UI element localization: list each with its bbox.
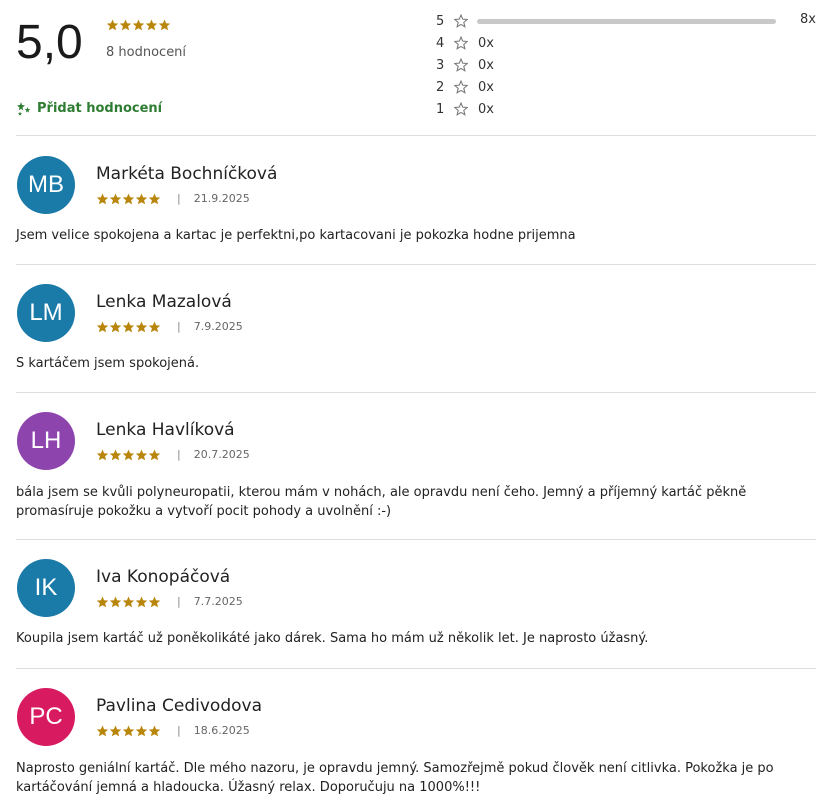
filled-star-icon <box>122 725 135 736</box>
filled-star-icon <box>96 193 109 204</box>
filled-star-icon <box>119 19 132 31</box>
distribution-star-level: 2 <box>436 79 445 95</box>
outline-star-icon <box>454 36 468 50</box>
review-date: 7.9.2025 <box>193 320 243 333</box>
sparkle-stars-icon <box>17 102 31 116</box>
review-item: IK Iva Konopáčová | 7.7.2025 Koupila jsem ka… <box>0 539 828 668</box>
outline-star-icon <box>454 80 468 94</box>
review-item: LM Lenka Mazalová | 7.9.2025 S kartáčem jsem… <box>0 264 828 392</box>
add-rating-button[interactable]: Přidat hodnocení <box>16 100 162 116</box>
review-stars <box>96 321 161 333</box>
filled-star-icon <box>148 321 161 332</box>
filled-star-icon <box>109 449 122 460</box>
add-rating-label: Přidat hodnocení <box>37 100 163 116</box>
review-date: 21.9.2025 <box>193 192 250 205</box>
distribution-row[interactable]: 2 0x <box>436 78 828 96</box>
review-author: Pavlina Cedivodova <box>96 696 262 716</box>
filled-star-icon <box>109 193 122 204</box>
meta-separator: | <box>177 724 181 737</box>
review-text: Naprosto geniální kartáč. Dle mého nazor… <box>16 761 774 795</box>
distribution-star-level: 5 <box>436 13 445 29</box>
review-meta: | 7.7.2025 <box>96 595 243 608</box>
review-stars <box>96 193 161 205</box>
distribution-count: 0x <box>478 101 494 117</box>
distribution-row[interactable]: 4 0x <box>436 34 828 52</box>
avatar: LH <box>17 412 75 470</box>
avatar: MB <box>17 156 75 214</box>
filled-star-icon <box>148 725 161 736</box>
filled-star-icon <box>148 193 161 204</box>
review-meta: | 18.6.2025 <box>96 724 250 737</box>
distribution-count: 0x <box>478 79 494 95</box>
distribution-row[interactable]: 1 0x <box>436 100 828 118</box>
filled-star-icon <box>145 19 158 31</box>
distribution-count: 0x <box>478 35 494 51</box>
rating-summary: 5,0 8 hodnocení Přidat hodnocení 5 8x 4 0x 3… <box>0 0 828 135</box>
review-text: bála jsem se kvůli polyneuropatii, ktero… <box>16 485 747 519</box>
review-item: LH Lenka Havlíková | 20.7.2025 bála jsem se … <box>0 392 828 539</box>
filled-star-icon <box>135 596 148 607</box>
distribution-star-level: 3 <box>436 57 445 73</box>
rating-count: 8 hodnocení <box>106 45 187 60</box>
filled-star-icon <box>135 193 148 204</box>
outline-star-icon <box>454 58 468 72</box>
review-date: 20.7.2025 <box>193 448 250 461</box>
filled-star-icon <box>96 725 109 736</box>
review-text: Jsem velice spokojena a kartac je perfek… <box>16 228 576 243</box>
distribution-count: 8x <box>800 12 816 27</box>
outline-star-icon <box>454 14 468 28</box>
filled-star-icon <box>109 596 122 607</box>
average-score: 5,0 <box>16 16 83 69</box>
filled-star-icon <box>132 19 145 31</box>
review-item: PC Pavlina Cedivodova | 18.6.2025 Naprosto g… <box>0 668 828 801</box>
review-author: Lenka Havlíková <box>96 420 235 440</box>
review-text: S kartáčem jsem spokojená. <box>16 356 200 371</box>
review-stars <box>96 596 161 608</box>
review-author: Lenka Mazalová <box>96 292 232 312</box>
filled-star-icon <box>96 596 109 607</box>
meta-separator: | <box>177 320 181 333</box>
review-stars <box>96 449 161 461</box>
distribution-star-level: 4 <box>436 35 445 51</box>
filled-star-icon <box>122 193 135 204</box>
distribution-star-level: 1 <box>436 101 445 117</box>
distribution-bar <box>477 19 776 24</box>
review-date: 7.7.2025 <box>193 595 243 608</box>
filled-star-icon <box>106 19 119 31</box>
filled-star-icon <box>122 449 135 460</box>
filled-star-icon <box>135 725 148 736</box>
distribution-row[interactable]: 3 0x <box>436 56 828 74</box>
outline-star-icon <box>454 102 468 116</box>
filled-star-icon <box>122 321 135 332</box>
filled-star-icon <box>135 449 148 460</box>
avatar: PC <box>17 688 75 746</box>
distribution-count: 0x <box>478 57 494 73</box>
distribution-bar-fill <box>477 19 776 24</box>
review-meta: | 20.7.2025 <box>96 448 250 461</box>
review-stars <box>96 725 161 737</box>
filled-star-icon <box>158 19 171 31</box>
filled-star-icon <box>96 321 109 332</box>
review-item: MB Markéta Bochníčková | 21.9.2025 Jsem veli… <box>0 136 828 264</box>
review-author: Iva Konopáčová <box>96 567 231 587</box>
filled-star-icon <box>109 725 122 736</box>
filled-star-icon <box>135 321 148 332</box>
review-date: 18.6.2025 <box>193 724 250 737</box>
review-author: Markéta Bochníčková <box>96 164 278 184</box>
review-meta: | 21.9.2025 <box>96 192 250 205</box>
distribution-row[interactable]: 5 8x <box>436 12 828 30</box>
filled-star-icon <box>96 449 109 460</box>
meta-separator: | <box>177 595 181 608</box>
meta-separator: | <box>177 192 181 205</box>
filled-star-icon <box>109 321 122 332</box>
summary-stars <box>106 19 171 31</box>
filled-star-icon <box>122 596 135 607</box>
avatar: LM <box>17 284 75 342</box>
filled-star-icon <box>148 449 161 460</box>
review-text: Koupila jsem kartáč už poněkolikáté jako… <box>16 631 649 646</box>
avatar: IK <box>17 559 75 617</box>
meta-separator: | <box>177 448 181 461</box>
review-meta: | 7.9.2025 <box>96 320 243 333</box>
filled-star-icon <box>148 596 161 607</box>
